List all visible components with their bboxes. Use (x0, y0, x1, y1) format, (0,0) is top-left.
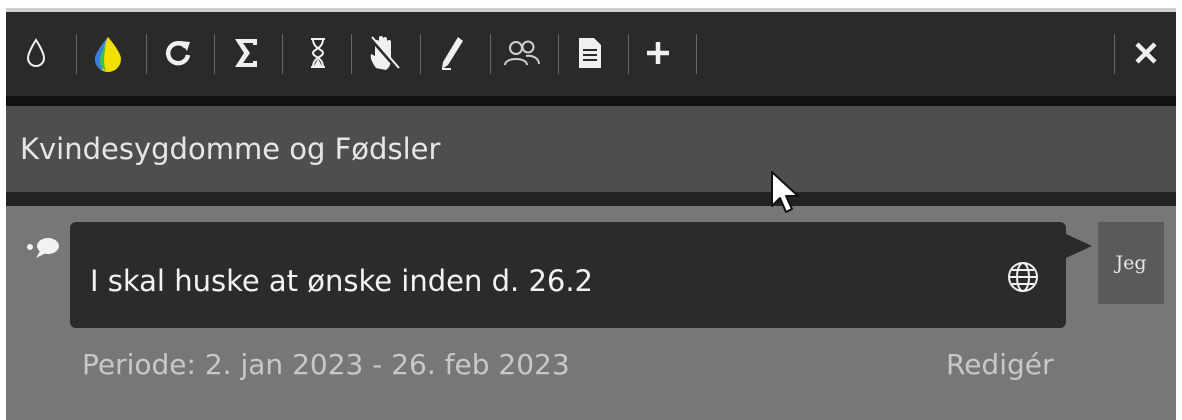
drop-icon[interactable] (14, 32, 58, 74)
toolbar-separator (420, 34, 421, 74)
bubble-tail (1066, 234, 1092, 258)
toolbar-separator (1114, 34, 1115, 74)
close-icon[interactable] (1124, 32, 1168, 74)
color-drop-icon[interactable] (86, 32, 130, 74)
toolbar-separator (490, 34, 491, 74)
toolbar-separator (628, 34, 629, 74)
users-icon[interactable] (500, 32, 544, 74)
toolbar-separator (76, 34, 77, 74)
note-bubble[interactable]: I skal huske at ønske inden d. 26.2 (70, 222, 1066, 328)
document-icon[interactable] (568, 32, 612, 74)
edit-link[interactable]: Redigér (946, 348, 1054, 381)
header-divider (6, 192, 1176, 206)
toolbar-separator (214, 34, 215, 74)
toolbar-divider (6, 96, 1176, 106)
note-period: Periode: 2. jan 2023 - 26. feb 2023 (82, 348, 570, 381)
toolbar (6, 12, 1176, 96)
chat-icon (24, 234, 62, 266)
section-header: Kvindesygdomme og Fødsler (6, 106, 1176, 192)
refresh-icon[interactable] (156, 32, 200, 74)
section-title: Kvindesygdomme og Fødsler (20, 132, 441, 166)
mouse-cursor-icon (770, 170, 804, 222)
toolbar-separator (696, 34, 697, 74)
pencil-icon[interactable] (430, 32, 474, 74)
note-panel: I skal huske at ønske inden d. 26.2 Jeg … (6, 206, 1176, 420)
toolbar-separator (282, 34, 283, 74)
toolbar-separator (146, 34, 147, 74)
toolbar-separator (351, 34, 352, 74)
hand-icon[interactable] (362, 32, 406, 74)
globe-icon[interactable] (1006, 260, 1040, 298)
author-avatar: Jeg (1098, 222, 1164, 304)
sigma-icon[interactable] (224, 32, 268, 74)
hourglass-icon[interactable] (296, 32, 340, 74)
note-message: I skal huske at ønske inden d. 26.2 (90, 264, 594, 298)
plus-icon[interactable] (636, 32, 680, 74)
toolbar-separator (558, 34, 559, 74)
